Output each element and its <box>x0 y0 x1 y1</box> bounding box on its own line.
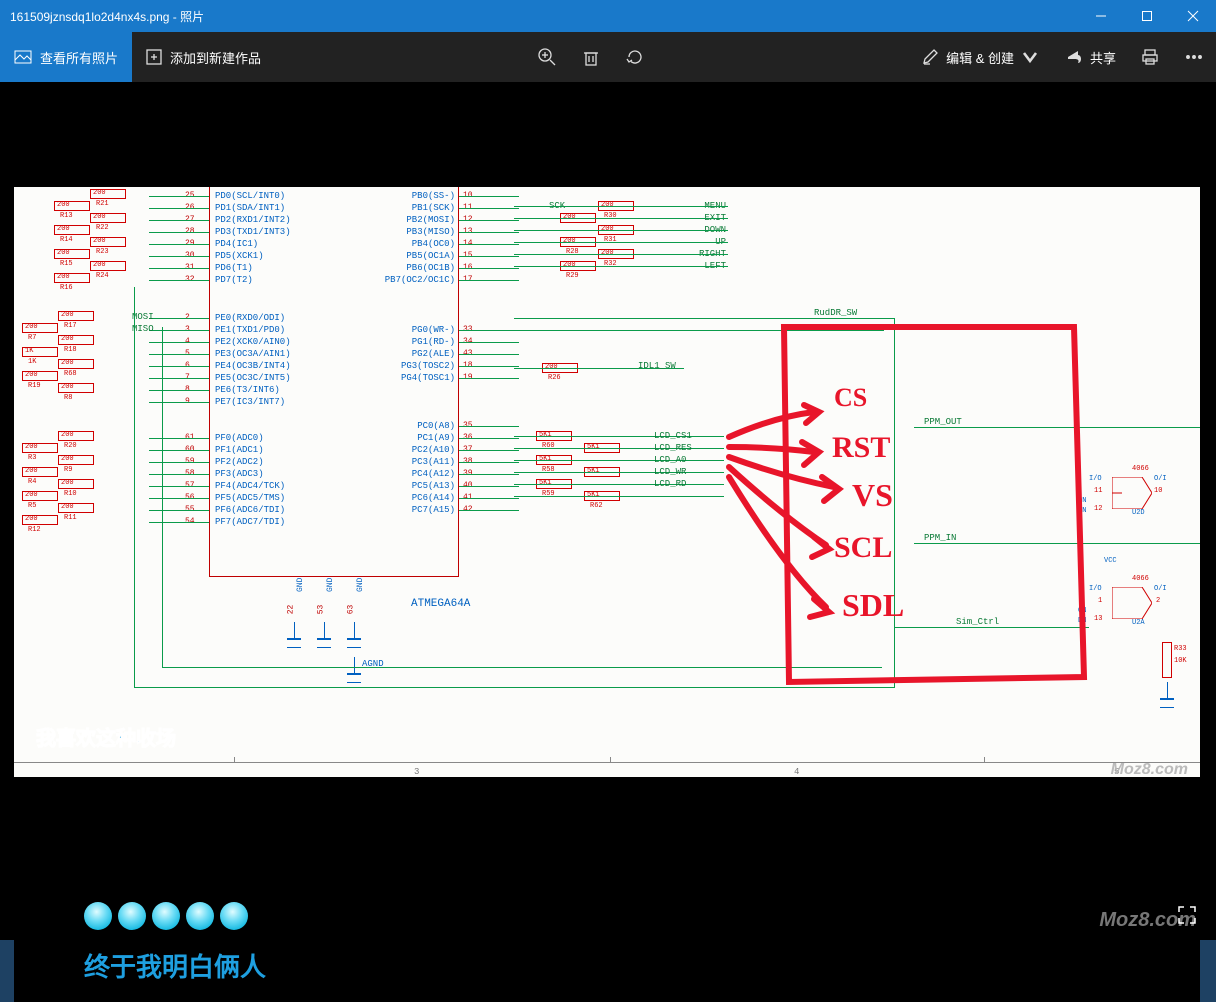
dots-icon <box>1184 47 1204 67</box>
maximize-button[interactable] <box>1124 0 1170 32</box>
ic-part: 4066 <box>1132 465 1149 473</box>
gnd-symbol <box>317 622 331 648</box>
ic-pin10: 10 <box>1154 487 1162 495</box>
dot <box>118 902 146 930</box>
ruler-4: 4 <box>794 767 799 777</box>
res-r33-ref: R33 <box>1174 645 1187 653</box>
edit-button[interactable]: 编辑 & 创建 <box>908 32 1052 82</box>
more-button[interactable] <box>1172 32 1216 82</box>
ic-u2a-ref: U2A <box>1132 619 1145 627</box>
ic-pin2: 2 <box>1156 597 1160 605</box>
ic-pin12: 12 <box>1094 505 1102 513</box>
dot <box>220 902 248 930</box>
chip-name: ATMEGA64A <box>411 598 470 610</box>
all-photos-button[interactable]: 查看所有照片 <box>0 32 132 82</box>
net-simctrl: Sim_Ctrl <box>956 617 999 627</box>
res-r33-val: 10K <box>1174 657 1187 665</box>
annot-scl: SCL <box>834 531 892 565</box>
dot <box>186 902 214 930</box>
zoom-icon <box>537 47 557 67</box>
share-icon <box>1064 47 1084 67</box>
rotate-button[interactable] <box>613 32 657 82</box>
res-r33 <box>1162 642 1172 678</box>
toolbar: 查看所有照片 添加到新建作品 编辑 & 创建 共享 <box>0 32 1216 82</box>
annot-vs: VS <box>852 477 893 514</box>
dot <box>84 902 112 930</box>
zoom-button[interactable] <box>525 32 569 82</box>
ic-oi: O/I <box>1154 475 1167 483</box>
gnd-label: GND <box>326 578 335 592</box>
ic-u2d-ref: U2D <box>1132 509 1145 517</box>
minimize-button[interactable] <box>1078 0 1124 32</box>
add-to-button[interactable]: 添加到新建作品 <box>132 32 273 82</box>
gnd-symbol <box>347 622 361 648</box>
ruler-3: 3 <box>414 767 419 777</box>
video-caption-1: 我喜欢这种收场 <box>36 722 176 751</box>
print-icon <box>1140 47 1160 67</box>
video-caption-2: 终于我明白俩人 <box>84 947 266 984</box>
net-ppmin: PPM_IN <box>924 533 956 543</box>
net-ruddr: RudDR_SW <box>814 308 857 318</box>
ic-oi2: O/I <box>1154 585 1167 593</box>
ic-pin1: 1 <box>1098 597 1102 605</box>
gnd-label: GND <box>356 578 365 592</box>
ic-pin13: 13 <box>1094 615 1102 623</box>
edit-label: 编辑 & 创建 <box>946 48 1014 67</box>
share-label: 共享 <box>1090 48 1116 67</box>
ic-io2: I/O <box>1089 585 1102 593</box>
fullscreen-button[interactable] <box>1176 904 1198 926</box>
net-idl: IDL1_SW <box>638 361 676 371</box>
annot-rst: RST <box>832 431 890 465</box>
title-bar: 161509jznsdq1lo2d4nx4s.png - 照片 <box>0 0 1216 32</box>
video-overlay: 终于我明白俩人 <box>14 782 1200 1002</box>
agnd-symbol <box>347 657 361 683</box>
net-ppmout: PPM_OUT <box>924 417 962 427</box>
schematic-image: ATMEGA64A 25 PD0(SCL/INT0) 26 PD1(SDA/IN… <box>14 187 1200 777</box>
annot-sdl: SDL <box>842 587 904 624</box>
net-mosi: MOSI <box>132 312 154 322</box>
gnd-symbol <box>287 622 301 648</box>
annot-cs: CS <box>834 383 867 413</box>
close-button[interactable] <box>1170 0 1216 32</box>
trash-icon <box>581 47 601 67</box>
all-photos-label: 查看所有照片 <box>40 48 118 67</box>
ic-pin11: 11 <box>1094 487 1102 495</box>
rotate-icon <box>625 47 645 67</box>
window-title: 161509jznsdq1lo2d4nx4s.png - 照片 <box>0 8 1078 25</box>
ic-vcc: VCC <box>1104 557 1117 565</box>
ic-dn2: DN <box>1078 617 1086 625</box>
photo-icon <box>14 48 32 66</box>
add-to-label: 添加到新建作品 <box>170 48 261 67</box>
share-button[interactable]: 共享 <box>1052 32 1128 82</box>
ic-on: ON <box>1078 497 1086 505</box>
edit-icon <box>920 47 940 67</box>
dot <box>152 902 180 930</box>
ic-io: I/O <box>1089 475 1102 483</box>
gnd-label: GND <box>296 578 305 592</box>
print-button[interactable] <box>1128 32 1172 82</box>
progress-dots <box>84 902 248 930</box>
add-icon <box>144 47 164 67</box>
ic-dn: DN <box>1078 507 1086 515</box>
watermark-faint: Moz8.com <box>1111 761 1188 777</box>
gnd-r33 <box>1160 682 1174 708</box>
net-miso: MISO <box>132 324 154 334</box>
ic-on2: ON <box>1078 607 1086 615</box>
photo-viewer[interactable]: ATMEGA64A 25 PD0(SCL/INT0) 26 PD1(SDA/IN… <box>0 82 1216 940</box>
ic-part2: 4066 <box>1132 575 1149 583</box>
ic-u2a <box>1112 587 1152 619</box>
ruler <box>14 762 1200 763</box>
ic-u2d <box>1112 477 1152 509</box>
delete-button[interactable] <box>569 32 613 82</box>
chevron-down-icon <box>1020 47 1040 67</box>
